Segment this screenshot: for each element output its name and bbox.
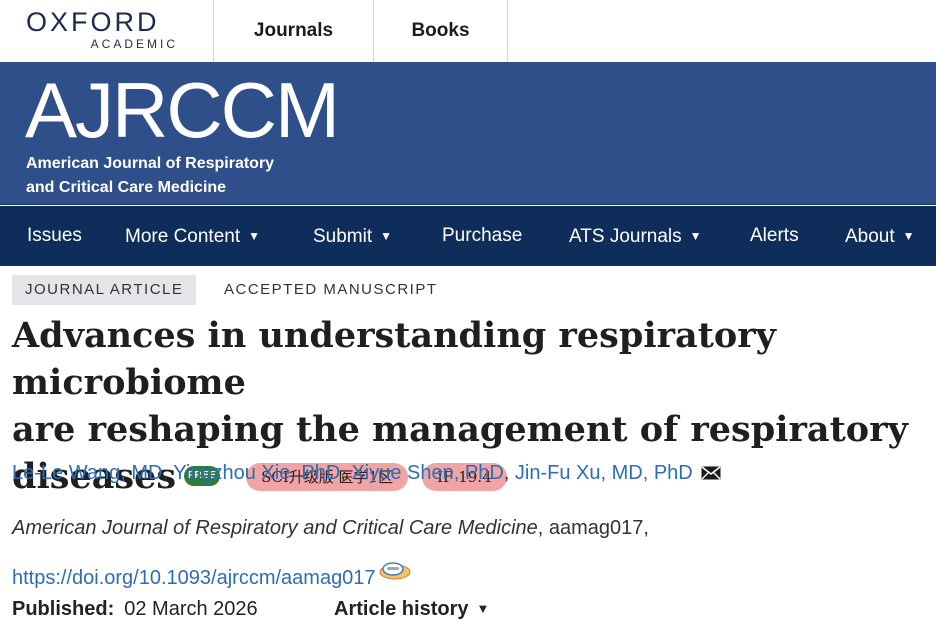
nav-purchase-label: Purchase: [442, 225, 523, 246]
academic-logo-text: ACADEMIC: [90, 37, 178, 51]
nav-submit[interactable]: Submit ▼: [313, 206, 392, 266]
nav-more-content[interactable]: More Content ▼: [125, 206, 260, 266]
doi-row: https://doi.org/10.1093/ajrccm/aamag017: [12, 560, 412, 590]
nav-submit-label: Submit: [313, 226, 373, 247]
author-link[interactable]: Jin-Fu Xu, MD, PhD: [515, 462, 693, 484]
author-link[interactable]: Yingzhou Xie, PhD: [173, 462, 340, 484]
nav-alerts[interactable]: Alerts: [750, 206, 799, 266]
article-id: , aamag017,: [537, 517, 649, 539]
chevron-down-icon: ▼: [476, 601, 490, 616]
article-type-tag: JOURNAL ARTICLE: [12, 275, 197, 305]
journal-banner: AJRCCM American Journal of Respiratory a…: [0, 62, 936, 205]
published-date: 02 March 2026: [124, 598, 258, 620]
nav-purchase[interactable]: Purchase: [442, 206, 522, 266]
oxford-logo-text: OXFORD: [26, 7, 160, 37]
journal-name-line2: and Critical Care Medicine: [26, 179, 227, 196]
divider: [507, 0, 508, 62]
article-history-toggle[interactable]: Article history ▼: [334, 598, 489, 621]
journal-logo[interactable]: AJRCCM: [25, 70, 340, 150]
nav-about-label: About: [845, 226, 895, 247]
chevron-down-icon: ▼: [248, 229, 261, 243]
title-line-2: are reshaping the management of respirat…: [12, 409, 908, 450]
article-status-tag: ACCEPTED MANUSCRIPT: [224, 281, 438, 298]
journal-name-line1: American Journal of Respiratory: [26, 155, 275, 172]
author-separator: ,: [162, 462, 174, 484]
main-nav: Issues More Content ▼ Submit ▼ Purchase AT…: [0, 206, 936, 266]
nav-issues[interactable]: Issues: [27, 206, 82, 266]
nav-ats-journals-label: ATS Journals: [569, 226, 682, 247]
books-link[interactable]: Books: [374, 0, 507, 62]
author-list: Le-Le Wang, MD, Yingzhou Xie, PhD, Xiyue…: [12, 462, 721, 485]
top-bar: OXFORD ACADEMIC Journals Books: [0, 0, 936, 62]
crossmark-icon[interactable]: [378, 560, 412, 582]
citation: American Journal of Respiratory and Crit…: [12, 517, 649, 540]
nav-more-content-label: More Content: [125, 226, 241, 247]
published-label: Published:: [12, 598, 115, 620]
author-separator: ,: [340, 462, 352, 484]
author-separator: ,: [503, 462, 515, 484]
nav-ats-journals[interactable]: ATS Journals ▼: [569, 206, 702, 266]
nav-alerts-label: Alerts: [750, 225, 799, 246]
journal-full-name: American Journal of Respiratory and Crit…: [26, 152, 274, 200]
envelope-icon[interactable]: [701, 466, 721, 480]
author-link[interactable]: Le-Le Wang, MD: [12, 462, 162, 484]
chevron-down-icon: ▼: [902, 229, 915, 243]
published-info: Published: 02 March 2026: [12, 598, 258, 621]
journals-link[interactable]: Journals: [214, 0, 373, 62]
nav-about[interactable]: About ▼: [845, 206, 915, 266]
doi-link[interactable]: https://doi.org/10.1093/ajrccm/aamag017: [12, 567, 376, 589]
title-line-1: Advances in understanding respiratory mi…: [12, 315, 777, 403]
journal-name: American Journal of Respiratory and Crit…: [12, 517, 538, 539]
nav-issues-label: Issues: [27, 225, 82, 246]
article-history-label: Article history: [334, 598, 469, 620]
chevron-down-icon: ▼: [689, 229, 702, 243]
oxford-academic-logo[interactable]: OXFORD ACADEMIC: [26, 8, 180, 52]
author-link[interactable]: Xiyue Shen, PhD: [351, 462, 503, 484]
chevron-down-icon: ▼: [380, 229, 393, 243]
